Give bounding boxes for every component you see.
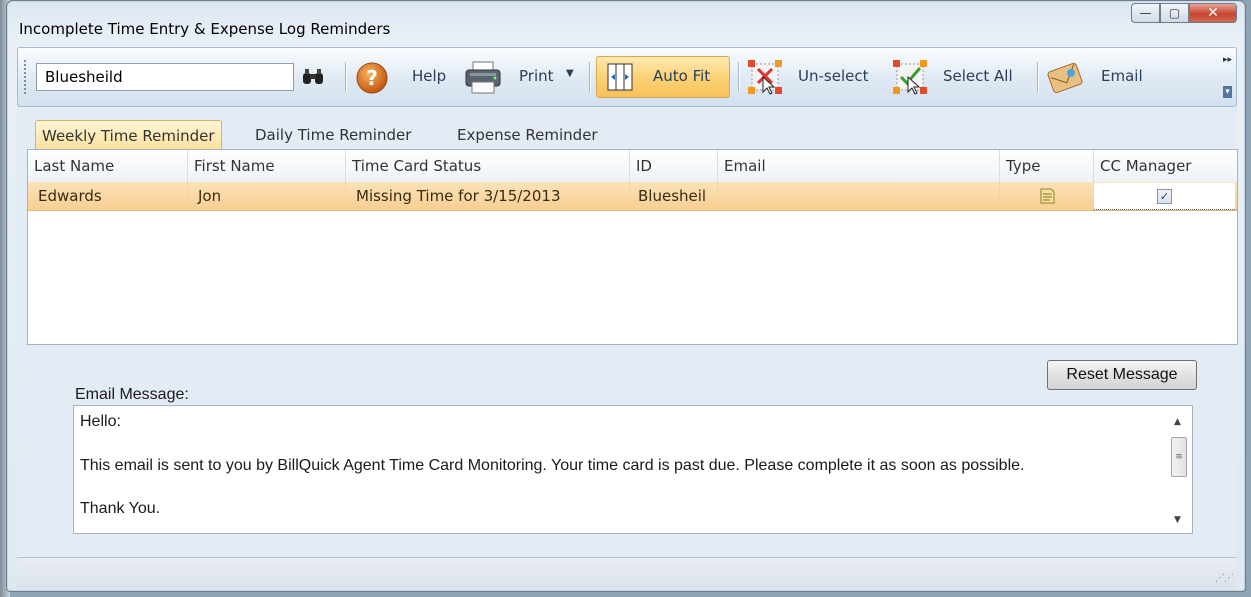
search-input[interactable] — [36, 63, 294, 91]
toolbar-separator — [1037, 62, 1038, 92]
scroll-thumb[interactable]: ≡ — [1171, 437, 1187, 477]
overflow-dropdown-icon: ▾ — [1223, 86, 1232, 98]
cell-email[interactable] — [718, 182, 1000, 210]
client-area: ? Help Print ▼ Auto Fit Un-select Select — [17, 47, 1238, 588]
column-header-email[interactable]: Email — [718, 150, 1000, 182]
message-line: Thank You. — [80, 500, 161, 517]
resize-grip-icon[interactable]: ⋰⋰ — [1215, 573, 1234, 584]
email-button-label[interactable]: Email — [1101, 67, 1143, 85]
dialog-window: Incomplete Time Entry & Expense Log Remi… — [6, 0, 1246, 592]
cell-time-card-status[interactable]: Missing Time for 3/15/2013 — [346, 182, 630, 210]
unselect-icon[interactable] — [746, 58, 784, 96]
toolbar-separator — [589, 62, 590, 92]
message-line: Hello: — [80, 413, 121, 430]
tab-expense-reminder[interactable]: Expense Reminder — [451, 120, 604, 150]
message-scrollbar[interactable]: ▲ ≡ ▼ — [1169, 407, 1191, 532]
select-all-button-label[interactable]: Select All — [943, 67, 1013, 85]
reminder-tabs: Weekly Time Reminder Daily Time Reminder… — [27, 120, 1235, 150]
scroll-down-arrow-icon[interactable]: ▼ — [1174, 515, 1181, 525]
overflow-chevron-icon: ▸▸ — [1223, 55, 1233, 65]
tab-weekly-time-reminder[interactable]: Weekly Time Reminder — [35, 120, 222, 150]
column-header-cc-manager[interactable]: CC Manager — [1094, 150, 1237, 182]
toolbar-separator — [345, 62, 346, 92]
status-bar: ⋰⋰ — [17, 557, 1237, 588]
svg-text:?: ? — [366, 66, 378, 90]
scroll-up-arrow-icon[interactable]: ▲ — [1174, 417, 1181, 427]
help-icon[interactable]: ? — [355, 61, 389, 95]
unselect-button-label[interactable]: Un-select — [798, 67, 868, 85]
title-bar: Incomplete Time Entry & Expense Log Remi… — [7, 1, 1245, 45]
document-icon — [1040, 188, 1054, 204]
print-dropdown-arrow-icon[interactable]: ▼ — [566, 68, 574, 79]
message-line: This email is sent to you by BillQuick A… — [80, 457, 1025, 474]
cell-last-name[interactable]: Edwards — [28, 182, 188, 210]
toolbar-overflow-button[interactable]: ▸▸ ▾ — [1223, 54, 1232, 100]
close-button[interactable]: ✕ — [1189, 3, 1237, 23]
tab-daily-time-reminder[interactable]: Daily Time Reminder — [249, 120, 417, 150]
table-row[interactable]: Edwards Jon Missing Time for 3/15/2013 B… — [28, 182, 1237, 211]
cell-id[interactable]: Bluesheil — [630, 182, 718, 210]
cc-manager-checkbox[interactable]: ✓ — [1157, 188, 1172, 204]
binoculars-icon[interactable] — [301, 66, 325, 88]
window-controls: — ▢ ✕ — [1131, 3, 1237, 25]
column-header-first-name[interactable]: First Name — [188, 150, 346, 182]
grid-header: Last Name First Name Time Card Status ID… — [28, 150, 1237, 183]
column-header-last-name[interactable]: Last Name — [28, 150, 188, 182]
reset-message-button[interactable]: Reset Message — [1047, 360, 1197, 390]
help-button-label[interactable]: Help — [412, 67, 446, 85]
toolbar-grip-handle[interactable] — [24, 60, 29, 94]
cell-cc-manager[interactable]: ✓ — [1094, 183, 1235, 210]
print-button-label[interactable]: Print — [519, 67, 554, 85]
reminder-grid: Last Name First Name Time Card Status ID… — [27, 149, 1238, 345]
window-title: Incomplete Time Entry & Expense Log Remi… — [19, 20, 391, 38]
printer-icon[interactable] — [463, 60, 503, 96]
email-message-label: Email Message: — [75, 386, 189, 403]
select-all-icon[interactable] — [891, 58, 929, 96]
column-header-type[interactable]: Type — [1000, 150, 1094, 182]
column-header-id[interactable]: ID — [630, 150, 718, 182]
cell-first-name[interactable]: Jon — [188, 182, 346, 210]
cell-type[interactable] — [1000, 182, 1094, 210]
auto-fit-icon[interactable] — [606, 62, 634, 92]
toolbar: ? Help Print ▼ Auto Fit Un-select Select — [17, 47, 1237, 107]
maximize-button[interactable]: ▢ — [1160, 3, 1189, 23]
email-message-textarea[interactable]: Hello: This email is sent to you by Bill… — [73, 405, 1193, 534]
column-header-time-card-status[interactable]: Time Card Status — [346, 150, 630, 182]
auto-fit-button-label[interactable]: Auto Fit — [653, 67, 710, 85]
minimize-button[interactable]: — — [1131, 3, 1160, 23]
toolbar-separator — [738, 62, 739, 92]
email-icon[interactable] — [1046, 60, 1084, 96]
